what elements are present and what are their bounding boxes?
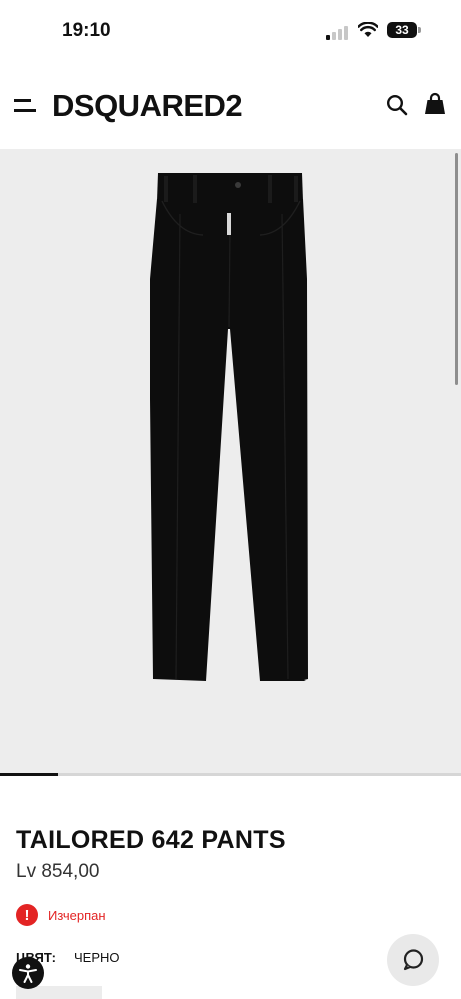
chat-icon[interactable] [387,934,439,986]
availability-text: Изчерпан [48,907,106,923]
battery-tip [418,27,421,33]
search-icon[interactable] [386,94,408,116]
brand-logo[interactable]: DSQUARED2 [52,88,243,124]
wifi-icon [358,22,378,37]
accessibility-icon[interactable] [12,957,44,989]
sold-out-icon: ! [16,904,38,926]
status-bar: 19:10 33 [0,0,461,62]
product-title: TAILORED 642 PANTS [16,826,286,854]
site-header: DSQUARED2 [0,80,461,132]
gallery-progress [0,773,461,776]
gallery-progress-fill [0,773,58,776]
color-value: ЧЕРНО [74,950,120,965]
signal-icon [326,26,348,40]
page-scrollbar[interactable] [455,153,458,385]
battery-icon: 33 [387,22,417,38]
product-price: Lv 854,00 [16,861,100,882]
menu-icon[interactable] [14,97,36,115]
availability-status: ! Изчерпан [16,904,106,926]
status-time: 19:10 [62,20,111,41]
bag-icon[interactable] [424,92,446,116]
product-gallery[interactable] [0,149,461,773]
product-image [150,173,308,681]
